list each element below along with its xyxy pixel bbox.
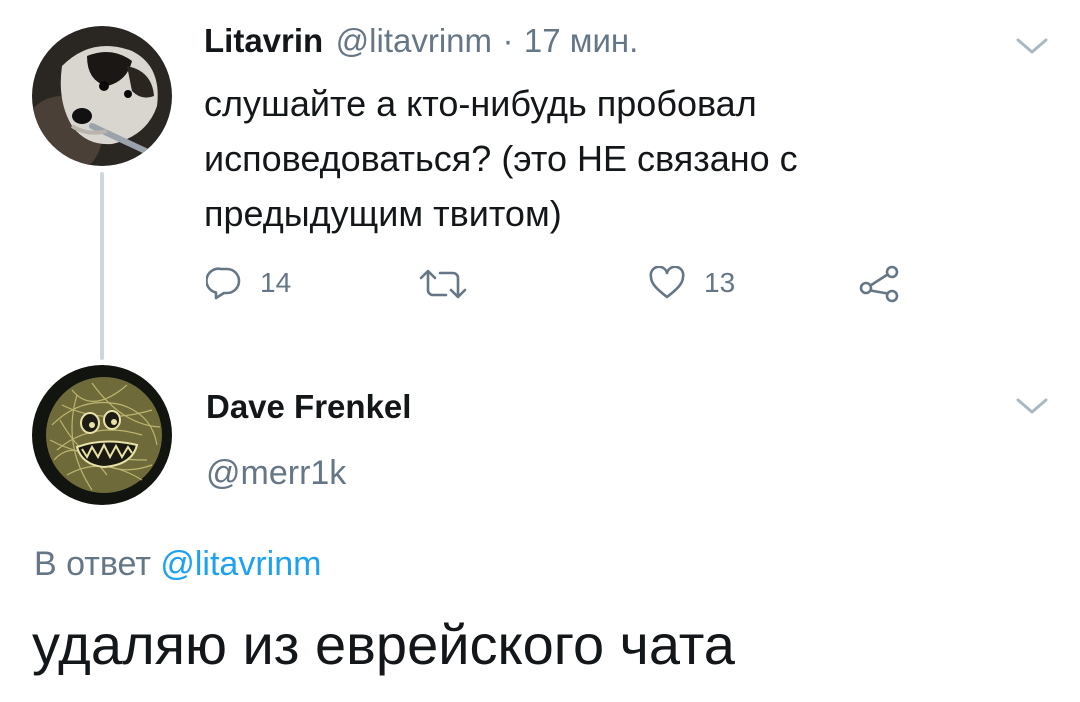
author-name[interactable]: Dave Frenkel [206,388,411,426]
author-name[interactable]: Litavrin [204,22,323,59]
share-button[interactable] [858,264,902,304]
author-handle[interactable]: @litavrinm [336,22,492,59]
reply-context: В ответ @litavrinm [34,545,321,584]
reply-icon [206,267,241,300]
like-button[interactable]: 13 [648,266,735,300]
tweet-text-line: слушайте а кто-нибудь пробовал [204,83,757,124]
heart-icon [649,266,685,299]
tweet2-header: Dave Frenkel [206,388,411,426]
tweet-timestamp[interactable]: 17 мин. [524,22,638,59]
reply-prefix: В ответ [34,545,151,583]
thread-connector-line [100,172,104,360]
tweet1-header: Litavrin @litavrinm · 17 мин. [204,22,638,60]
reply-to-handle-link[interactable]: @litavrinm [160,545,321,583]
tweet-text-line: предыдущим твитом) [204,193,562,234]
tweet1-text: слушайте а кто-нибудь пробовал исповедов… [204,76,798,241]
dog-avatar-image [32,26,172,166]
share-icon [859,265,899,303]
avatar-dave-frenkel[interactable] [32,365,172,505]
reply-count: 14 [260,267,292,298]
retweet-icon [419,269,467,299]
avatar-litavrin[interactable] [32,26,172,166]
tweet-text-line: исповедоваться? (это НЕ связано с [204,138,798,179]
author-handle[interactable]: @merr1k [206,454,346,493]
time-separator: · [502,22,514,59]
chevron-down-icon[interactable] [1014,34,1050,58]
tweet2-text: удаляю из еврейского чата [32,613,735,676]
like-count: 13 [704,267,736,298]
reply-button[interactable]: 14 [206,266,291,300]
retweet-button[interactable] [418,268,486,300]
monster-avatar-image [32,365,172,505]
chevron-down-icon[interactable] [1014,394,1050,418]
